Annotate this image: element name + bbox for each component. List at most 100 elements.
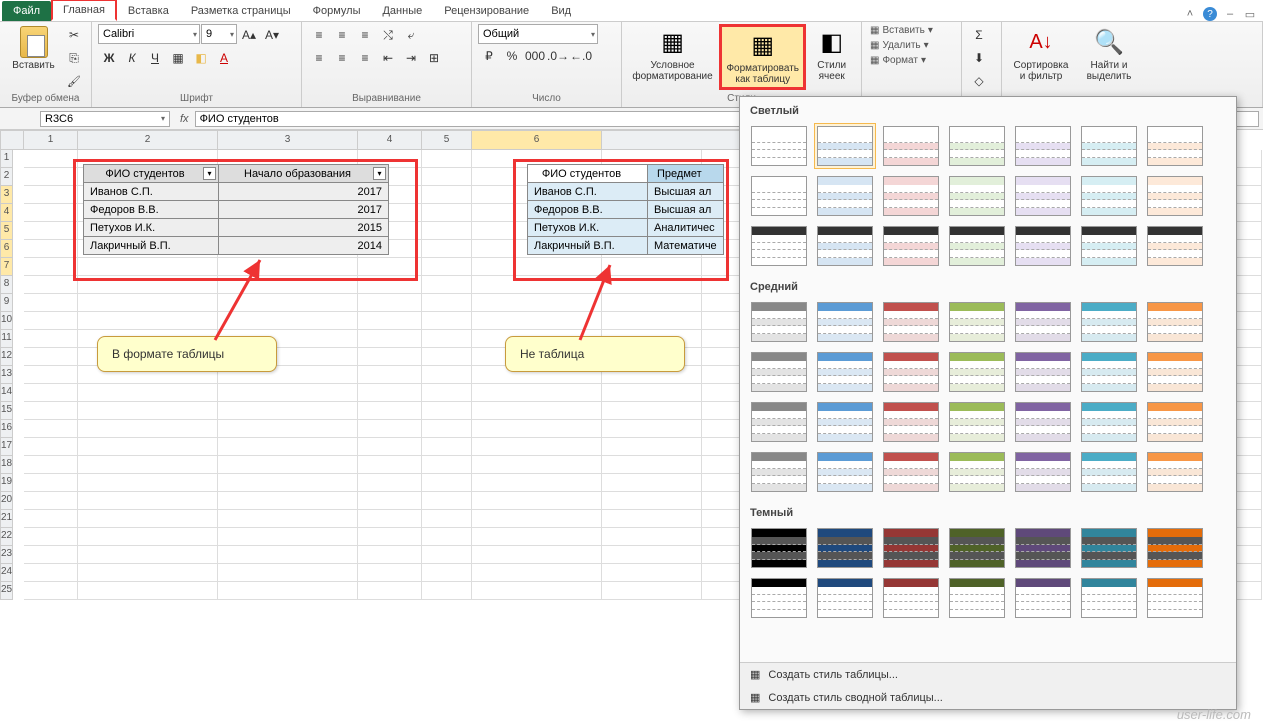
column-header[interactable]: 3 (218, 130, 358, 150)
table-style-swatch[interactable] (814, 299, 876, 345)
table-style-swatch[interactable] (946, 299, 1008, 345)
table-style-swatch[interactable] (946, 575, 1008, 621)
table-cell[interactable]: Высшая ал (648, 183, 724, 201)
table-style-swatch[interactable] (880, 123, 942, 169)
table-style-swatch[interactable] (1078, 399, 1140, 445)
row-header[interactable]: 3 (0, 186, 13, 204)
table-cell[interactable]: Иванов С.П. (528, 183, 648, 201)
comma-button[interactable]: 000 (524, 45, 546, 67)
column-header[interactable]: 1 (24, 130, 78, 150)
tab-review[interactable]: Рецензирование (433, 1, 540, 21)
font-color-button[interactable]: A (213, 47, 235, 69)
table-style-swatch[interactable] (1144, 449, 1206, 495)
table-style-swatch[interactable] (1012, 223, 1074, 269)
paste-button[interactable]: Вставить (6, 24, 61, 73)
italic-button[interactable]: К (121, 47, 143, 69)
clear-button[interactable]: ◇ (968, 70, 990, 92)
table-style-swatch[interactable] (748, 123, 810, 169)
fx-button[interactable]: fx (174, 113, 195, 125)
table-cell[interactable]: Аналитичес (648, 219, 724, 237)
table-style-swatch[interactable] (748, 449, 810, 495)
table-style-swatch[interactable] (814, 349, 876, 395)
table-cell[interactable]: Федоров В.В. (84, 201, 219, 219)
row-header[interactable]: 15 (0, 402, 13, 420)
fill-color-button[interactable]: ◧ (190, 47, 212, 69)
table-style-swatch[interactable] (946, 449, 1008, 495)
table-style-swatch[interactable] (1144, 575, 1206, 621)
table-header[interactable]: ФИО студентов▾ (84, 165, 219, 183)
table-style-swatch[interactable] (880, 299, 942, 345)
table-style-swatch[interactable] (1078, 349, 1140, 395)
table-style-swatch[interactable] (880, 525, 942, 571)
row-header[interactable]: 2 (0, 168, 13, 186)
row-header[interactable]: 6 (0, 240, 13, 258)
row-header[interactable]: 19 (0, 474, 13, 492)
table-cell[interactable]: 2014 (219, 237, 389, 255)
row-header[interactable]: 20 (0, 492, 13, 510)
row-header[interactable]: 24 (0, 564, 13, 582)
row-header[interactable]: 21 (0, 510, 13, 528)
grow-font-button[interactable]: A▴ (238, 24, 260, 46)
row-header[interactable]: 1 (0, 150, 13, 168)
table-style-swatch[interactable] (814, 173, 876, 219)
table-style-swatch[interactable] (814, 575, 876, 621)
table-style-swatch[interactable] (1144, 349, 1206, 395)
table-cell[interactable]: 2015 (219, 219, 389, 237)
tab-home[interactable]: Главная (51, 0, 117, 21)
percent-button[interactable]: % (501, 45, 523, 67)
tab-file[interactable]: Файл (2, 1, 51, 21)
table-style-swatch[interactable] (814, 449, 876, 495)
table-header[interactable]: Начало образования▾ (219, 165, 389, 183)
select-all-corner[interactable] (0, 130, 24, 150)
table-style-swatch[interactable] (748, 399, 810, 445)
number-format-combo[interactable]: Общий (478, 24, 598, 44)
table-style-swatch[interactable] (1078, 299, 1140, 345)
table-style-swatch[interactable] (748, 575, 810, 621)
filter-dropdown-icon[interactable]: ▾ (203, 167, 216, 180)
decrease-decimal-button[interactable]: ←.0 (570, 45, 592, 67)
align-middle-button[interactable]: ≡ (331, 24, 353, 46)
align-right-button[interactable]: ≡ (354, 47, 376, 69)
format-as-table-button[interactable]: ▦ Форматировать как таблицу (719, 24, 806, 90)
minimize-ribbon-icon[interactable]: ˄ (1183, 7, 1197, 21)
table-style-swatch[interactable] (880, 399, 942, 445)
delete-cells-button[interactable]: ▦ Удалить ▾ (868, 39, 931, 52)
table-style-swatch[interactable] (1144, 173, 1206, 219)
table-style-swatch[interactable] (946, 173, 1008, 219)
row-header[interactable]: 4 (0, 204, 13, 222)
table-header[interactable]: ФИО студентов (528, 165, 648, 183)
copy-button[interactable] (63, 47, 85, 69)
name-box[interactable]: R3C6 (40, 111, 170, 127)
align-left-button[interactable]: ≡ (308, 47, 330, 69)
border-button[interactable]: ▦ (167, 47, 189, 69)
table-style-swatch[interactable] (1012, 349, 1074, 395)
table-style-swatch[interactable] (1078, 173, 1140, 219)
row-header[interactable]: 22 (0, 528, 13, 546)
format-cells-button[interactable]: ▦ Формат ▾ (868, 54, 928, 67)
table-style-swatch[interactable] (1078, 575, 1140, 621)
help-icon[interactable]: ? (1203, 7, 1217, 21)
new-pivot-table-style-button[interactable]: ▦Создать стиль сводной таблицы... (740, 686, 1236, 709)
merge-button[interactable]: ⊞ (423, 47, 445, 69)
minimize-icon[interactable]: – (1223, 7, 1237, 21)
table-style-swatch[interactable] (1144, 299, 1206, 345)
wrap-text-button[interactable]: ⤶ (400, 24, 422, 46)
cut-button[interactable] (63, 24, 85, 46)
cell-styles-button[interactable]: ◧ Стили ячеек (808, 24, 855, 84)
table-cell[interactable]: 2017 (219, 183, 389, 201)
table-style-swatch[interactable] (1012, 299, 1074, 345)
new-table-style-button[interactable]: ▦Создать стиль таблицы... (740, 663, 1236, 686)
row-header[interactable]: 23 (0, 546, 13, 564)
table-style-swatch[interactable] (1078, 449, 1140, 495)
table-style-swatch[interactable] (748, 223, 810, 269)
shrink-font-button[interactable]: A▾ (261, 24, 283, 46)
row-header[interactable]: 7 (0, 258, 13, 276)
table-style-swatch[interactable] (748, 349, 810, 395)
table-style-swatch[interactable] (1012, 173, 1074, 219)
table-style-swatch[interactable] (880, 173, 942, 219)
bold-button[interactable]: Ж (98, 47, 120, 69)
table-style-swatch[interactable] (1144, 525, 1206, 571)
tab-view[interactable]: Вид (540, 1, 582, 21)
format-painter-button[interactable] (63, 70, 85, 92)
table-cell[interactable]: Математиче (648, 237, 724, 255)
